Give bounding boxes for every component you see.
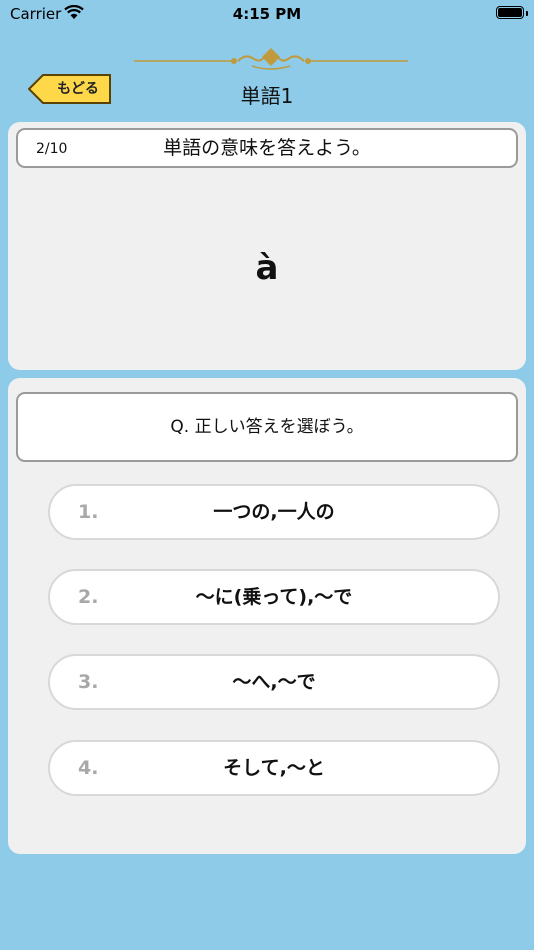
question-text: Q. 正しい答えを選ぼう。: [170, 417, 364, 437]
ornament-divider-icon: [134, 44, 408, 72]
vocabulary-word: à: [255, 248, 279, 288]
clock: 4:15 PM: [232, 5, 302, 23]
choice-text: 一つの,一人の: [213, 501, 335, 523]
answer-choice-2[interactable]: 2. ～に(乗って),～で: [48, 569, 500, 625]
choice-text: ～へ,～で: [232, 671, 316, 693]
prompt-box: 2/10 単語の意味を答えよう。: [16, 128, 518, 168]
battery-icon: [496, 6, 524, 19]
choice-text: ～に(乗って),～で: [195, 586, 353, 608]
page-title: 単語1: [240, 84, 294, 108]
prompt-text: 単語の意味を答えよう。: [163, 137, 371, 159]
battery-tip: [526, 11, 528, 16]
question-box: Q. 正しい答えを選ぼう。: [16, 392, 518, 462]
answer-choice-4[interactable]: 4. そして,～と: [48, 740, 500, 796]
answer-choice-3[interactable]: 3. ～へ,～で: [48, 654, 500, 710]
status-bar: Carrier 4:15 PM: [0, 0, 534, 30]
choice-text: そして,～と: [223, 757, 325, 779]
answer-choice-1[interactable]: 1. 一つの,一人の: [48, 484, 500, 540]
